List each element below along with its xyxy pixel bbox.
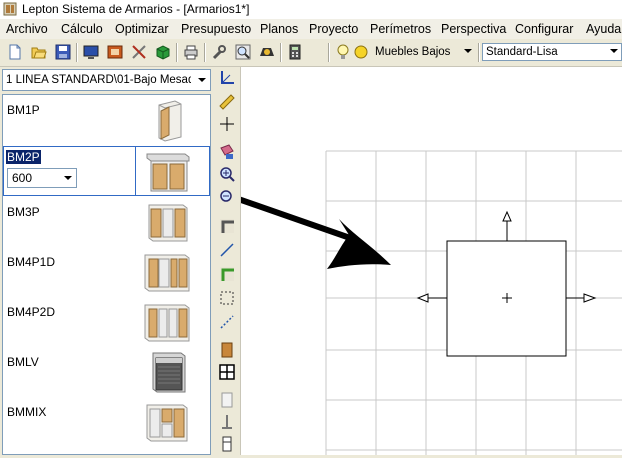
menu-configurar[interactable]: Configurar: [515, 22, 573, 36]
style-select[interactable]: Standard-Lisa: [482, 43, 622, 61]
category-select-value: Muebles Bajos: [375, 46, 451, 58]
cabinet-thumbnail: [144, 254, 190, 292]
line-icon[interactable]: [218, 241, 236, 259]
item-name: BMLV: [7, 355, 39, 369]
list-item-selected[interactable]: BM2P 600: [3, 146, 210, 196]
move-arrow-right-icon[interactable]: [566, 293, 597, 303]
cube-icon[interactable]: [154, 43, 172, 61]
menu-bar: Archivo Cálculo Optimizar Presupuesto Pl…: [0, 19, 622, 39]
fridge-icon[interactable]: [218, 435, 236, 453]
toolbar-separator: [280, 43, 282, 62]
menu-proyecto[interactable]: Proyecto: [309, 22, 358, 36]
dotted-rect-icon[interactable]: [218, 289, 236, 307]
menu-perspectiva[interactable]: Perspectiva: [441, 22, 506, 36]
category-select[interactable]: Muebles Bajos: [371, 43, 476, 61]
list-item[interactable]: BM4P1D: [3, 247, 210, 297]
page-icon[interactable]: [218, 391, 236, 409]
side-toolbar: [214, 67, 241, 455]
divider: [135, 146, 136, 196]
list-item[interactable]: BMLV: [3, 347, 210, 397]
new-icon[interactable]: [6, 43, 24, 61]
item-name: BM4P1D: [7, 255, 56, 269]
frame-icon[interactable]: [106, 43, 124, 61]
crosshair-icon[interactable]: [218, 115, 236, 133]
calculator-icon[interactable]: [286, 43, 304, 61]
style-select-value: Standard-Lisa: [486, 46, 558, 58]
menu-optimizar[interactable]: Optimizar: [115, 22, 168, 36]
open-icon[interactable]: [30, 43, 48, 61]
cabinet-thumbnail: [158, 100, 182, 142]
move-arrow-up-icon[interactable]: [502, 210, 512, 241]
item-name: BM2P: [6, 150, 41, 164]
monitor-icon[interactable]: [82, 43, 100, 61]
item-name: BM4P2D: [7, 305, 56, 319]
toolbar-separator: [478, 43, 480, 62]
dishwasher-thumbnail: [152, 352, 186, 393]
app-logo-icon: [3, 2, 17, 16]
chevron-down-icon: [64, 176, 72, 180]
light-icon[interactable]: [352, 43, 370, 61]
size-select-value: 600: [12, 171, 33, 185]
chevron-down-icon: [610, 49, 618, 53]
menu-calculo[interactable]: Cálculo: [61, 22, 103, 36]
item-name: BMMIX: [7, 405, 47, 419]
door-icon[interactable]: [218, 341, 236, 359]
menu-ayuda[interactable]: Ayuda: [586, 22, 621, 36]
cabinet-thumbnail: [148, 204, 188, 242]
dotted-line-icon[interactable]: [218, 313, 236, 331]
catalog-path-select[interactable]: 1 LINEA STANDARD\01-Bajo Mesada: [2, 69, 211, 91]
item-name: BM3P: [7, 205, 40, 219]
grid-icon[interactable]: [218, 363, 236, 381]
catalog-panel: 1 LINEA STANDARD\01-Bajo Mesada BM1P BM2…: [0, 67, 214, 455]
wrench-icon[interactable]: [210, 43, 228, 61]
menu-perimetros[interactable]: Perímetros: [370, 22, 431, 36]
toolbar-separator: [204, 43, 206, 62]
paint-icon[interactable]: [218, 143, 236, 161]
toolbar-separator: [176, 43, 178, 62]
save-icon[interactable]: [54, 43, 72, 61]
drag-arrow-annotation: [180, 176, 391, 269]
catalog-path-value: 1 LINEA STANDARD\01-Bajo Mesada: [6, 74, 191, 86]
axis-icon[interactable]: [218, 69, 236, 87]
tools-icon[interactable]: [130, 43, 148, 61]
item-name: BM1P: [7, 103, 40, 117]
title-bar: Lepton Sistema de Armarios - [Armarios1*…: [0, 0, 622, 19]
list-item[interactable]: BM1P: [3, 95, 210, 145]
list-item[interactable]: BM3P: [3, 197, 210, 247]
list-item[interactable]: BM4P2D: [3, 297, 210, 347]
wall-corner-icon[interactable]: [218, 265, 236, 283]
menu-planos[interactable]: Planos: [260, 22, 298, 36]
menu-archivo[interactable]: Archivo: [6, 22, 48, 36]
menu-presupuesto[interactable]: Presupuesto: [181, 22, 251, 36]
zoom-out-icon[interactable]: [218, 188, 236, 206]
drawing-canvas[interactable]: [180, 67, 622, 455]
zoom-in-icon[interactable]: [218, 165, 236, 183]
corner-icon[interactable]: [218, 217, 236, 235]
canvas-svg[interactable]: [180, 67, 622, 455]
ruler-icon[interactable]: [218, 93, 236, 111]
toolbar-separator: [328, 43, 330, 62]
stand-icon[interactable]: [218, 413, 236, 431]
main-toolbar: Muebles Bajos Standard-Lisa: [0, 39, 622, 67]
window-title: Lepton Sistema de Armarios - [Armarios1*…: [22, 2, 250, 16]
print-icon[interactable]: [182, 43, 200, 61]
cabinet-thumbnail: [146, 153, 190, 192]
size-select[interactable]: 600: [7, 168, 77, 188]
move-arrow-left-icon[interactable]: [416, 293, 447, 303]
cut-icon[interactable]: [258, 43, 276, 61]
bulb-icon[interactable]: [334, 43, 352, 61]
catalog-list[interactable]: BM1P BM2P 600 BM3P BM4P1D BM4P2D BMLV BM…: [2, 94, 211, 455]
chevron-down-icon: [464, 49, 472, 53]
zoom-icon[interactable]: [234, 43, 252, 61]
chevron-down-icon: [198, 78, 206, 82]
toolbar-separator: [76, 43, 78, 62]
list-item[interactable]: BMMIX: [3, 397, 210, 447]
cabinet-thumbnail: [144, 304, 190, 342]
cabinet-thumbnail: [146, 404, 188, 442]
